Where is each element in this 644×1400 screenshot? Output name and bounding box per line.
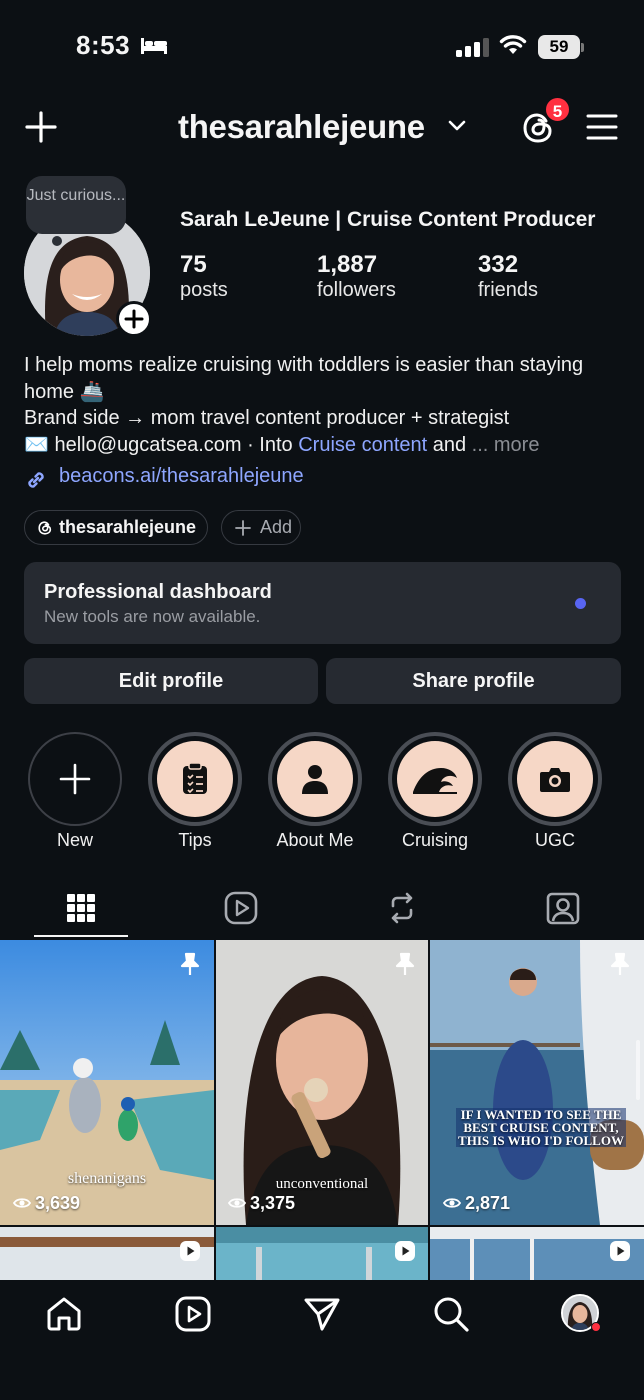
clipboard-icon bbox=[183, 762, 207, 794]
chevron-down-icon[interactable] bbox=[448, 120, 466, 132]
stat-label: friends bbox=[478, 279, 539, 301]
add-story-button[interactable] bbox=[116, 301, 152, 337]
wave-icon bbox=[413, 768, 457, 794]
edit-profile-button[interactable]: Edit profile bbox=[24, 658, 318, 704]
stat-posts[interactable]: 75 posts bbox=[180, 251, 228, 302]
post-view-count: 3,639 bbox=[35, 1193, 81, 1213]
reel-indicator-icon bbox=[395, 1241, 415, 1261]
highlight-tips[interactable] bbox=[148, 732, 242, 826]
profile-note-bubble[interactable]: Just curious... bbox=[26, 176, 126, 234]
profile-username[interactable]: thesarahlejeune bbox=[178, 108, 425, 146]
home-icon[interactable] bbox=[44, 1294, 84, 1334]
send-icon[interactable] bbox=[302, 1294, 342, 1334]
cell-signal-icon bbox=[456, 38, 489, 57]
profile-full-name: Sarah LeJeune | Cruise Content Producer bbox=[180, 208, 596, 231]
post-caption-overlay: unconventional bbox=[275, 1176, 369, 1192]
highlight-new[interactable] bbox=[28, 732, 122, 826]
highlight-label: New bbox=[56, 830, 93, 850]
highlight-label: UGC bbox=[535, 830, 575, 850]
status-time: 8:53 bbox=[76, 30, 131, 60]
highlight-about-me[interactable] bbox=[268, 732, 362, 826]
stat-value: 75 bbox=[180, 251, 207, 278]
highlight-ugc[interactable] bbox=[508, 732, 602, 826]
bio-line: I help moms realize cruising with toddle… bbox=[24, 354, 584, 403]
pin-icon bbox=[395, 952, 415, 975]
add-link-chip[interactable]: Add bbox=[221, 510, 301, 545]
eye-icon bbox=[13, 1198, 31, 1208]
plus-icon bbox=[59, 763, 91, 795]
profile-website-link[interactable]: beacons.ai/thesarahlejeune bbox=[59, 465, 304, 488]
reels-icon[interactable] bbox=[221, 888, 261, 928]
notification-badge: 5 bbox=[544, 96, 571, 123]
reposts-icon[interactable] bbox=[382, 888, 422, 928]
stat-value: 332 bbox=[478, 251, 519, 278]
grid-icon[interactable] bbox=[61, 888, 101, 928]
share-profile-button[interactable]: Share profile bbox=[326, 658, 621, 704]
eye-icon bbox=[443, 1198, 461, 1208]
reel-indicator-icon bbox=[610, 1241, 630, 1261]
highlight-cover bbox=[517, 741, 593, 817]
highlight-cover bbox=[277, 741, 353, 817]
threads-profile-chip[interactable]: thesarahlejeune bbox=[24, 510, 208, 545]
active-tab-indicator bbox=[34, 935, 128, 937]
tagged-icon[interactable] bbox=[543, 888, 583, 928]
menu-hamburger-icon[interactable] bbox=[586, 113, 618, 141]
note-bubble-tail bbox=[52, 236, 62, 246]
post-image bbox=[430, 940, 644, 1225]
camera-icon bbox=[540, 768, 570, 792]
notification-dot bbox=[591, 1322, 601, 1332]
highlight-label: About Me bbox=[276, 830, 354, 850]
highlight-label: Cruising bbox=[401, 830, 469, 850]
stat-label: posts bbox=[180, 279, 228, 301]
highlight-cruising[interactable] bbox=[388, 732, 482, 826]
scrollbar[interactable] bbox=[636, 1040, 640, 1100]
sleep-focus-icon bbox=[141, 38, 167, 54]
dashboard-new-dot bbox=[575, 598, 586, 609]
person-icon bbox=[302, 765, 328, 794]
chip-label: Add bbox=[260, 517, 293, 537]
highlight-label: Tips bbox=[178, 830, 212, 850]
bio-text: and bbox=[427, 433, 472, 456]
threads-icon bbox=[38, 521, 52, 535]
link-icon bbox=[28, 472, 44, 488]
stat-label: followers bbox=[317, 279, 396, 301]
highlight-cover bbox=[157, 741, 233, 817]
post-view-count: 3,375 bbox=[250, 1193, 296, 1213]
stat-value: 1,887 bbox=[317, 251, 378, 278]
dashboard-title: Professional dashboard bbox=[44, 581, 272, 603]
bio-interest-link[interactable]: Cruise content bbox=[298, 434, 427, 456]
eye-icon bbox=[228, 1198, 246, 1208]
chip-label: thesarahlejeune bbox=[59, 517, 197, 537]
create-plus-icon[interactable] bbox=[24, 110, 58, 144]
battery-indicator: 59 bbox=[538, 35, 580, 59]
dashboard-subtitle: New tools are now available. bbox=[44, 607, 261, 626]
bio-line: ✉️ hello@ugcatsea.com · Into Cruise cont… bbox=[24, 432, 624, 459]
stat-friends[interactable]: 332 friends bbox=[478, 251, 538, 302]
plus-icon bbox=[235, 520, 251, 536]
reel-indicator-icon bbox=[180, 1241, 200, 1261]
profile-bio: I help moms realize cruising with toddle… bbox=[24, 352, 624, 458]
bio-line: Brand side → mom travel content producer… bbox=[24, 407, 510, 429]
post-thumbnail[interactable] bbox=[430, 940, 644, 1225]
pin-icon bbox=[610, 952, 630, 975]
wifi-icon bbox=[499, 35, 527, 54]
pin-icon bbox=[180, 952, 200, 975]
highlight-cover bbox=[397, 741, 473, 817]
post-caption-overlay: shenanigans bbox=[67, 1170, 147, 1187]
bio-email-text: ✉️ hello@ugcatsea.com · Into bbox=[24, 433, 299, 456]
plus-icon bbox=[124, 309, 144, 329]
post-caption-overlay: IF I WANTED TO SEE THE BEST CRUISE CONTE… bbox=[456, 1108, 626, 1147]
stat-followers[interactable]: 1,887 followers bbox=[317, 251, 396, 302]
post-view-count: 2,871 bbox=[465, 1193, 511, 1213]
reels-icon[interactable] bbox=[173, 1294, 213, 1334]
bio-more-link[interactable]: ... more bbox=[472, 434, 540, 456]
search-icon[interactable] bbox=[431, 1294, 471, 1334]
battery-tip bbox=[581, 43, 584, 52]
